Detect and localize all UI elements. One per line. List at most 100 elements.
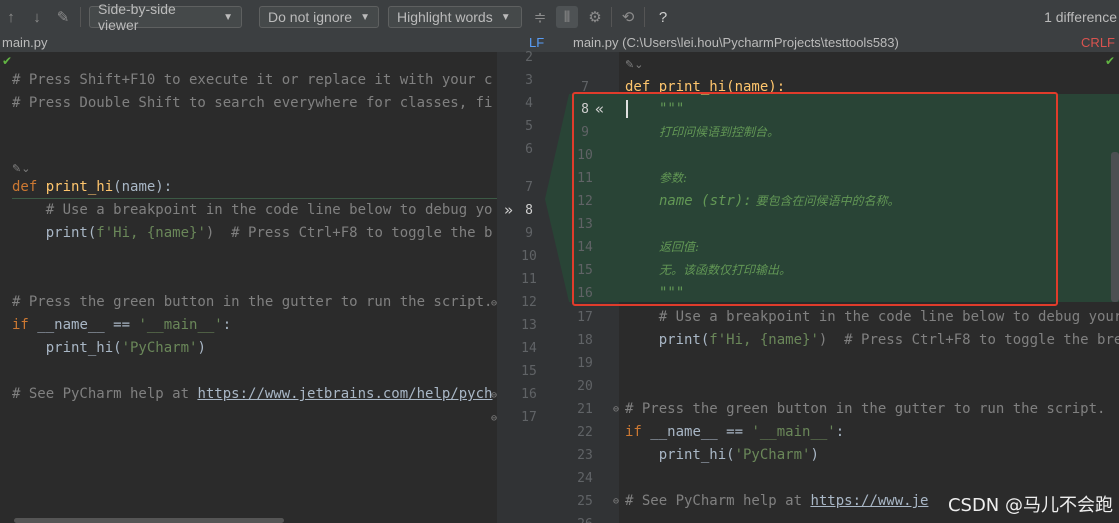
comment-token: ) # Press Ctrl+F8 to toggle the b [205,225,493,241]
line-number: 12 [521,295,537,310]
line-number: 4 [525,96,533,111]
code-token: __name__ == [37,317,139,333]
right-line-ending[interactable]: CRLF [1081,35,1115,50]
line-number: 10 [521,249,537,264]
code-line: # Press Shift+F10 to execute it or repla… [12,72,493,88]
fold-icon[interactable]: ⊖ [613,496,619,507]
right-file-name: main.py (C:\Users\lei.hou\PycharmProject… [573,35,899,50]
code-token: print( [625,332,710,348]
function-args: (name): [113,179,173,195]
fold-icon[interactable]: ⊖ [491,298,497,309]
merge-icon[interactable]: ⟲ [617,6,639,28]
inlay-hint-icon[interactable]: ✎⌄ [625,58,643,71]
code-token: : [835,424,845,440]
apply-change-icon[interactable]: » [504,199,513,222]
line-number: 17 [521,410,537,425]
help-icon[interactable]: ? [652,6,674,28]
sync-scroll-icon[interactable]: ⫴ [556,6,578,28]
fold-icon[interactable]: ⊖ [491,413,497,424]
vertical-scrollbar[interactable] [1111,152,1119,302]
code-token: print_hi( [625,447,735,463]
line-number: 8 [525,203,533,218]
line-number: 23 [577,448,593,463]
code-line: print_hi('PyCharm') [625,444,819,467]
annotation-highlight-box [572,92,1058,306]
line-number: 20 [577,379,593,394]
code-token: ) [197,340,206,356]
line-number: 3 [525,73,533,88]
diff-connector [545,94,569,302]
collapse-unchanged-icon[interactable]: ≑ [529,6,551,28]
string-token: '__main__' [138,317,223,333]
line-number: 19 [577,356,593,371]
string-token: f'Hi, {name}' [96,225,206,241]
previous-difference-icon[interactable]: ↑ [0,6,22,28]
line-number: 16 [521,387,537,402]
line-number: 7 [525,180,533,195]
line-number: 6 [525,142,533,157]
ignore-policy-label: Do not ignore [268,9,353,25]
line-number: 17 [577,310,593,325]
difference-count: 1 difference [1044,9,1117,25]
line-number: 9 [525,226,533,241]
line-number: 13 [521,318,537,333]
comment-token: # See PyCharm help at [12,386,198,402]
comment-token: ) # Press Ctrl+F8 to toggle the bre [818,332,1119,348]
fold-icon[interactable]: ⊖ [613,404,619,415]
code-line: print(f'Hi, {name}') # Press Ctrl+F8 to … [625,329,1119,352]
code-line: # Press Double Shift to search everywher… [12,95,493,111]
code-line: # Press the green button in the gutter t… [12,294,493,310]
line-number: 5 [525,119,533,134]
code-line: def print_hi(name): [12,176,172,199]
toolbar-separator [80,7,81,27]
fold-icon[interactable]: ⊖ [491,390,497,401]
line-number: 14 [521,341,537,356]
check-icon: ✔ [2,54,13,68]
check-icon: ✔ [1104,54,1115,68]
viewer-mode-dropdown[interactable]: Side-by-side viewer ▼ [89,1,242,33]
code-token: __name__ == [650,424,752,440]
left-file-name: main.py [2,35,48,50]
line-number: 26 [573,513,597,523]
toolbar-separator [644,7,645,27]
string-token: 'PyCharm' [734,447,811,463]
code-line: # Use a breakpoint in the code line belo… [12,202,493,218]
next-difference-icon[interactable]: ↓ [26,6,48,28]
keyword: if [12,317,38,333]
gear-icon[interactable]: ⚙ [584,6,606,28]
chevron-down-icon: ▼ [223,11,233,23]
right-file-header: main.py (C:\Users\lei.hou\PycharmProject… [569,34,1119,52]
code-line: # Press the green button in the gutter t… [625,401,1106,417]
diff-divider-gutter: 2 3 4 5 6 7 8 9 10 11 12 13 14 15 16 17 … [491,50,569,523]
string-token: f'Hi, {name}' [709,332,819,348]
edit-source-icon[interactable]: ✎ [52,6,74,28]
code-token: print_hi( [12,340,122,356]
toolbar-separator [611,7,612,27]
line-number: 18 [577,333,593,348]
chevron-down-icon: ▼ [500,11,511,23]
code-token: print( [12,225,97,241]
line-number: 11 [521,272,537,287]
chevron-down-icon: ▼ [360,11,370,23]
highlight-policy-label: Highlight words [397,9,493,25]
keyword: def [12,179,46,195]
code-line: print(f'Hi, {name}') # Press Ctrl+F8 to … [12,222,493,245]
code-line: print_hi('PyCharm') [12,337,206,360]
code-line: # See PyCharm help at https://www.je [625,490,928,513]
diff-toolbar: ↑ ↓ ✎ Side-by-side viewer ▼ Do not ignor… [0,0,1119,34]
code-token: ) [810,447,819,463]
ignore-policy-dropdown[interactable]: Do not ignore ▼ [259,6,379,28]
line-number: 2 [525,50,533,65]
help-link[interactable]: https://www.jetbrains.com/help/pych [197,386,492,402]
string-token: 'PyCharm' [121,340,198,356]
viewer-mode-label: Side-by-side viewer [98,1,176,33]
left-editor[interactable]: ✔ # Press Shift+F10 to execute it or rep… [0,52,497,523]
highlight-policy-dropdown[interactable]: Highlight words ▼ [388,6,522,28]
horizontal-scrollbar[interactable] [14,518,284,523]
help-link[interactable]: https://www.je [810,493,928,509]
code-token: : [222,317,232,333]
inlay-hint-icon[interactable]: ✎⌄ [12,162,30,175]
line-number: 15 [521,364,537,379]
comment-token: # See PyCharm help at [625,493,811,509]
line-number: 25 [577,494,593,509]
